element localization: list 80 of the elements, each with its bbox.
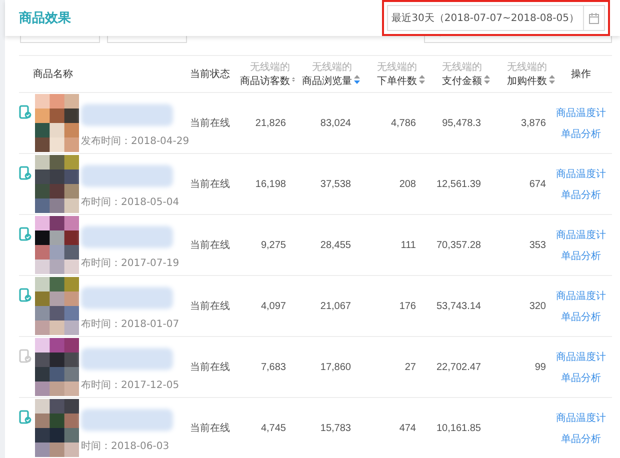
column-subtitle: 无线端的 (250, 60, 290, 74)
table-cell: 4,097 (260, 300, 286, 312)
action-link[interactable]: 单品分析 (561, 248, 601, 262)
table-cell: 674 (529, 178, 546, 190)
action-link[interactable]: 商品温度计 (556, 106, 606, 120)
table-cell: 83,024 (320, 118, 351, 128)
table-cell: 474 (399, 422, 416, 434)
column-subtitle: 无线端的 (377, 60, 417, 74)
action-link[interactable]: 商品温度计 (556, 410, 606, 424)
sort-icon[interactable] (549, 74, 555, 84)
blurred-title[interactable] (81, 226, 173, 248)
action-link[interactable]: 单品分析 (561, 432, 601, 446)
publish-date: 布时间：2018-05-04 (81, 196, 180, 209)
table-cell: 111 (400, 240, 416, 250)
table-cell: 70,357.28 (436, 240, 481, 250)
table-cell: 353 (529, 240, 546, 250)
table-cell: 320 (529, 300, 546, 312)
blurred-title[interactable] (81, 409, 173, 431)
action-link[interactable]: 商品温度计 (556, 228, 606, 242)
column-header[interactable]: 商品浏览量 (302, 74, 352, 88)
table-cell: 3,876 (520, 118, 546, 128)
column-header[interactable]: 支付金额 (442, 74, 482, 88)
table-cell: 4,745 (260, 422, 286, 434)
blurred-title[interactable] (81, 348, 173, 370)
sort-icon[interactable] (354, 74, 360, 84)
blurred-title[interactable] (81, 104, 173, 126)
table-cell: 176 (399, 300, 416, 312)
table-cell: 27 (404, 362, 416, 372)
column-header: 当前状态 (190, 68, 230, 81)
table-cell: 17,860 (320, 362, 351, 372)
blurred-title[interactable] (81, 165, 173, 187)
table-cell: 21,067 (320, 300, 351, 312)
table-cell: 15,783 (320, 422, 351, 434)
table-cell: 99 (534, 362, 546, 372)
status-text: 当前在线 (190, 362, 230, 373)
calendar-icon (589, 12, 599, 24)
publish-date: 布时间：2017-07-19 (81, 256, 180, 270)
publish-date: 布时间：2017-12-05 (81, 378, 180, 392)
table-cell: 9,275 (260, 240, 286, 250)
table-cell: 95,478.3 (442, 118, 481, 128)
publish-date: 布时间：2018-01-07 (81, 318, 180, 331)
page-title: 商品效果 (19, 10, 71, 27)
table-cell: 22,702.47 (436, 362, 481, 372)
table-cell: 53,743.14 (436, 300, 481, 312)
column-header[interactable]: 加购件数 (507, 74, 547, 88)
table-cell: 208 (399, 178, 416, 190)
status-text: 当前在线 (190, 423, 230, 434)
date-range-button[interactable]: 最近30天（2018-07-07~2018-08-05） (386, 5, 584, 31)
column-subtitle: 无线端的 (442, 60, 482, 74)
table-cell: 28,455 (320, 240, 351, 250)
column-header: 商品名称 (33, 68, 73, 81)
action-link[interactable]: 单品分析 (561, 370, 601, 384)
status-text: 当前在线 (190, 240, 230, 251)
action-link[interactable]: 商品温度计 (556, 288, 606, 302)
status-text: 当前在线 (190, 118, 230, 129)
column-header[interactable]: 商品访客数 (240, 74, 290, 88)
column-subtitle: 无线端的 (507, 60, 547, 74)
column-header[interactable]: 下单件数 (377, 74, 417, 88)
publish-date: 时间：2018-06-03 (81, 440, 170, 453)
action-link[interactable]: 单品分析 (561, 188, 601, 202)
table-cell: 10,161.85 (436, 422, 481, 434)
table-cell: 4,786 (390, 118, 416, 128)
table-cell: 16,198 (255, 178, 286, 190)
calendar-button[interactable] (584, 5, 605, 31)
sort-icon[interactable] (419, 74, 425, 84)
action-link[interactable]: 商品温度计 (556, 166, 606, 180)
column-subtitle: 无线端的 (312, 60, 352, 74)
table-cell: 7,683 (260, 362, 286, 372)
status-text: 当前在线 (190, 301, 230, 312)
sort-icon[interactable] (484, 74, 490, 84)
blurred-title[interactable] (81, 287, 173, 309)
table-cell: 37,538 (320, 178, 351, 190)
status-text: 当前在线 (190, 179, 230, 190)
table-cell: 21,826 (255, 118, 286, 128)
publish-date: 发布时间：2018-04-29 (81, 134, 190, 148)
action-link[interactable]: 商品温度计 (556, 350, 606, 364)
action-link[interactable]: 单品分析 (561, 310, 601, 324)
table-cell: 12,561.39 (436, 178, 481, 190)
action-link[interactable]: 单品分析 (561, 126, 601, 140)
column-header: 操作 (571, 68, 591, 81)
